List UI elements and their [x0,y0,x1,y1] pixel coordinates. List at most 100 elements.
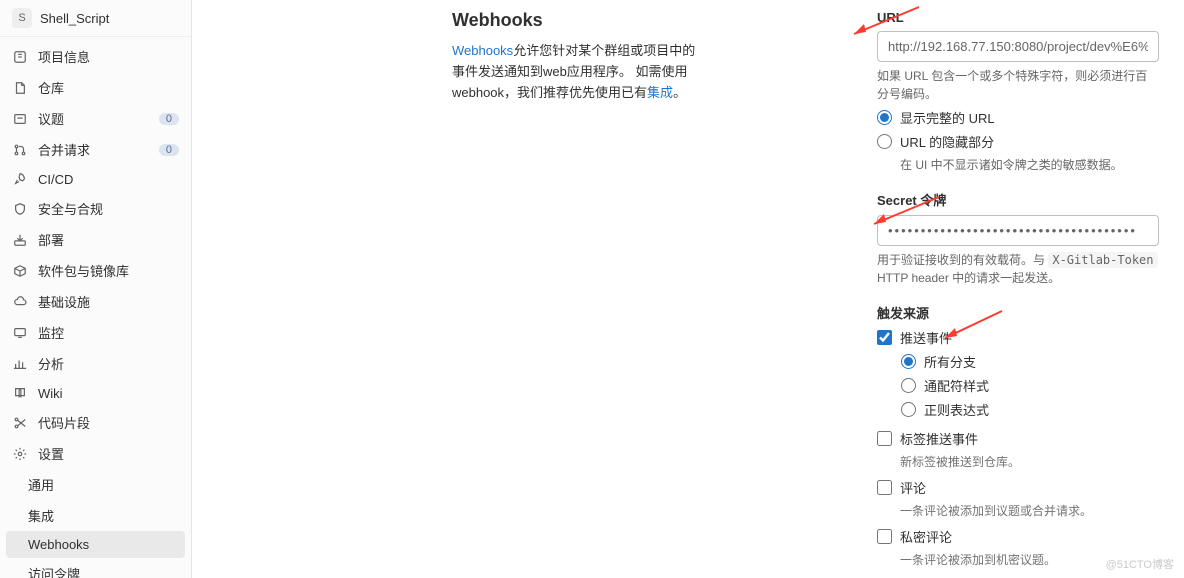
conf-comments-checkbox[interactable] [877,529,892,544]
section-description: Webhooks Webhooks允许您针对某个群组或项目中的事件发送通知到we… [192,10,722,578]
regex-radio[interactable] [901,402,916,417]
scissors-icon [12,415,28,431]
radio-label: URL 的隐藏部分 [900,132,994,151]
page-title: Webhooks [452,10,702,31]
secret-field-group: Secret 令牌 用于验证接收到的有效载荷。与 X-Gitlab-Token … [877,190,1159,287]
url-display-masked-row[interactable]: URL 的隐藏部分 [877,132,1159,151]
nav-label: 基础设施 [38,292,179,311]
package-icon [12,263,28,279]
sidebar-item-project-info[interactable]: 项目信息 [0,41,191,72]
sidebar-item-analytics[interactable]: 分析 [0,348,191,379]
shield-icon [12,201,28,217]
push-all-branches-row[interactable]: 所有分支 [901,352,1159,371]
push-checkbox[interactable] [877,330,892,345]
triggers-group: 触发来源 推送事件 所有分支 通配符样式 正则表达式 标签推送事件 新标签被推送… [877,303,1159,578]
check-label: 推送事件 [900,328,952,347]
check-label: 标签推送事件 [900,429,978,448]
sidebar-item-monitor[interactable]: 监控 [0,317,191,348]
sidebar-item-cicd[interactable]: CI/CD [0,165,191,193]
cloud-icon [12,294,28,310]
file-icon [12,80,28,96]
sidebar-sub-integrations[interactable]: 集成 [0,500,191,531]
sidebar-sub-webhooks[interactable]: Webhooks [6,531,185,558]
nav-label: 监控 [38,323,179,342]
page-description: Webhooks允许您针对某个群组或项目中的事件发送通知到web应用程序。 如需… [452,41,702,103]
url-masked-help: 在 UI 中不显示诸如令牌之类的敏感数据。 [900,156,1159,174]
push-regex-row[interactable]: 正则表达式 [901,400,1159,419]
nav-label: 分析 [38,354,179,373]
sidebar-item-deploy[interactable]: 部署 [0,224,191,255]
sidebar-nav: 项目信息 仓库 议题0 合并请求0 CI/CD 安全与合规 部署 软件包与镜像库… [0,37,191,578]
sidebar-item-issues[interactable]: 议题0 [0,103,191,134]
rocket-icon [12,171,28,187]
sidebar-item-wiki[interactable]: Wiki [0,379,191,407]
issues-count-badge: 0 [159,113,179,125]
trigger-tag-push-row[interactable]: 标签推送事件 [877,429,1159,448]
info-icon [12,49,28,65]
gear-icon [12,446,28,462]
code-token: X-Gitlab-Token [1048,252,1157,268]
nav-label: 安全与合规 [38,199,179,218]
chart-icon [12,356,28,372]
sidebar-item-packages[interactable]: 软件包与镜像库 [0,255,191,286]
sidebar-item-infra[interactable]: 基础设施 [0,286,191,317]
secret-help: 用于验证接收到的有效载荷。与 X-Gitlab-Token HTTP heade… [877,251,1159,287]
trigger-push-row[interactable]: 推送事件 [877,328,1159,347]
radio-label: 通配符样式 [924,376,989,395]
url-input[interactable] [877,31,1159,62]
secret-input[interactable] [877,215,1159,246]
mr-count-badge: 0 [159,144,179,156]
project-name: Shell_Script [40,11,109,26]
nav-label: 项目信息 [38,47,179,66]
sub-label: 访问令牌 [28,564,80,578]
webhook-form: URL 如果 URL 包含一个或多个特殊字符，则必须进行百分号编码。 显示完整的… [722,10,1184,578]
sidebar-sub-access-tokens[interactable]: 访问令牌 [0,558,191,578]
trigger-comments-row[interactable]: 评论 [877,478,1159,497]
merge-icon [12,142,28,158]
url-masked-radio[interactable] [877,134,892,149]
nav-label: 议题 [38,109,159,128]
sidebar-item-settings[interactable]: 设置 [0,438,191,469]
sub-label: Webhooks [28,537,89,552]
triggers-label: 触发来源 [877,303,1159,322]
check-label: 私密评论 [900,527,952,546]
radio-label: 所有分支 [924,352,976,371]
nav-label: 设置 [38,444,179,463]
deploy-icon [12,232,28,248]
sub-label: 通用 [28,475,54,494]
trigger-desc: 新标签被推送到仓库。 [900,453,1159,470]
push-wildcard-row[interactable]: 通配符样式 [901,376,1159,395]
webhooks-link[interactable]: Webhooks [452,43,513,58]
sidebar-item-snippets[interactable]: 代码片段 [0,407,191,438]
book-icon [12,385,28,401]
radio-label: 显示完整的 URL [900,108,995,127]
all-branches-radio[interactable] [901,354,916,369]
sidebar-item-repository[interactable]: 仓库 [0,72,191,103]
integrations-link[interactable]: 集成 [647,85,673,100]
wildcard-radio[interactable] [901,378,916,393]
watermark: @51CTO博客 [1106,556,1174,572]
url-field-group: URL 如果 URL 包含一个或多个特殊字符，则必须进行百分号编码。 显示完整的… [877,10,1159,174]
tag-push-checkbox[interactable] [877,431,892,446]
main-content: Webhooks Webhooks允许您针对某个群组或项目中的事件发送通知到we… [192,0,1184,578]
nav-label: 部署 [38,230,179,249]
sidebar-sub-general[interactable]: 通用 [0,469,191,500]
trigger-conf-comments-row[interactable]: 私密评论 [877,527,1159,546]
nav-label: 仓库 [38,78,179,97]
sub-label: 集成 [28,506,54,525]
sidebar-item-merge-requests[interactable]: 合并请求0 [0,134,191,165]
sidebar: S Shell_Script 项目信息 仓库 议题0 合并请求0 CI/CD 安… [0,0,192,578]
sidebar-item-security[interactable]: 安全与合规 [0,193,191,224]
url-full-radio[interactable] [877,110,892,125]
url-label: URL [877,10,1159,25]
comments-checkbox[interactable] [877,480,892,495]
monitor-icon [12,325,28,341]
issues-icon [12,111,28,127]
sidebar-project-header[interactable]: S Shell_Script [0,0,191,37]
radio-label: 正则表达式 [924,400,989,419]
nav-label: Wiki [38,386,179,401]
url-help: 如果 URL 包含一个或多个特殊字符，则必须进行百分号编码。 [877,67,1159,103]
trigger-desc: 一条评论被添加到议题或合并请求。 [900,502,1159,519]
url-display-full-row[interactable]: 显示完整的 URL [877,108,1159,127]
nav-label: CI/CD [38,172,179,187]
